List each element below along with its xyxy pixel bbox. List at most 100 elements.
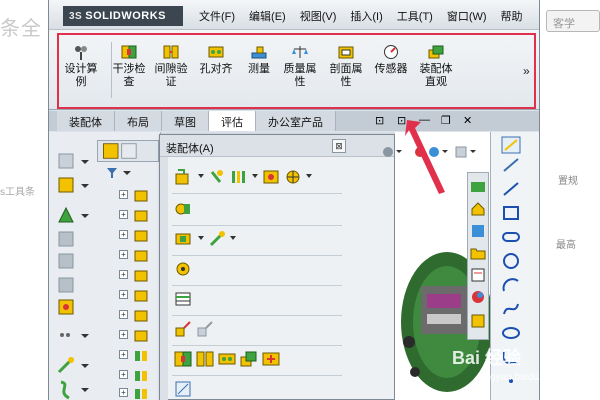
expand-icon[interactable]: + (119, 290, 128, 299)
background-button[interactable]: 客学 (546, 10, 600, 32)
assembly-visualization-button[interactable]: 装配体 直观 (415, 44, 457, 89)
chevron-down-icon[interactable] (230, 236, 236, 240)
chevron-down-icon[interactable] (198, 236, 204, 240)
toolbar-icon[interactable] (53, 250, 93, 274)
move-component-icon[interactable] (284, 168, 302, 186)
menu-file[interactable]: 文件(F) (199, 8, 235, 24)
hole-align-button[interactable]: 孔对齐 (195, 44, 237, 76)
file-explorer-icon[interactable] (470, 267, 486, 283)
tree-node[interactable]: + (105, 286, 155, 304)
filter-icon[interactable] (105, 166, 135, 180)
toolbar-icon[interactable] (53, 354, 93, 378)
expand-icon[interactable]: + (119, 330, 128, 339)
tree-node[interactable]: + (105, 346, 155, 364)
solidworks-logo[interactable]: 3S SOLIDWORKS (63, 6, 183, 26)
spline-icon[interactable] (501, 300, 521, 318)
ellipse-icon[interactable] (501, 324, 521, 342)
show-hidden-components-icon[interactable] (174, 200, 192, 218)
resources-icon[interactable] (470, 223, 486, 239)
close-icon[interactable]: ✕ (463, 114, 472, 127)
interference-check-button[interactable]: 干涉检 查 (111, 44, 147, 89)
measure-button[interactable]: 测量 (243, 44, 275, 76)
new-motion-study-icon[interactable] (174, 260, 192, 278)
reference-geometry-icon[interactable] (208, 230, 226, 248)
hole-align-icon[interactable] (218, 350, 236, 368)
menu-view[interactable]: 视图(V) (300, 8, 337, 24)
mate-icon[interactable] (208, 168, 226, 186)
smart-fastener-icon[interactable] (262, 168, 280, 186)
minimize-icon[interactable]: — (419, 114, 430, 126)
section-properties-button[interactable]: 剖面属 性 (325, 44, 367, 89)
tree-node[interactable]: + (105, 226, 155, 244)
linear-pattern-icon[interactable] (230, 168, 248, 186)
expand-icon[interactable]: + (119, 250, 128, 259)
toolbar-icon[interactable] (53, 204, 93, 228)
tree-node[interactable]: + (105, 366, 155, 384)
menu-window[interactable]: 窗口(W) (447, 8, 487, 24)
toolbar-icon[interactable] (53, 274, 93, 298)
explode-line-sketch-icon[interactable] (196, 320, 214, 338)
toolbar-icon[interactable] (53, 150, 93, 174)
expand-icon[interactable]: + (119, 370, 128, 379)
tree-node[interactable]: + (105, 326, 155, 344)
toolbar-icon[interactable] (53, 228, 93, 252)
expand-icon[interactable]: + (119, 310, 128, 319)
tree-node[interactable]: + (105, 206, 155, 224)
clearance-verify-button[interactable]: 间隙验 证 (153, 44, 189, 89)
menu-edit[interactable]: 编辑(E) (249, 8, 286, 24)
design-study-button[interactable]: 设计算 例 (59, 44, 103, 89)
chevron-down-icon[interactable] (306, 174, 312, 178)
toolbar-icon[interactable] (53, 324, 93, 348)
toolbar-icon[interactable] (53, 296, 93, 320)
expand-icon[interactable]: + (119, 388, 128, 397)
expand-icon[interactable]: + (119, 350, 128, 359)
menu-insert[interactable]: 插入(I) (350, 8, 382, 24)
expand-icon[interactable]: + (119, 210, 128, 219)
sketch-icon[interactable] (174, 380, 192, 398)
rectangle-icon[interactable] (501, 204, 521, 222)
tree-node[interactable]: + (105, 266, 155, 284)
design-library-icon[interactable] (470, 179, 486, 195)
smart-dimension-icon[interactable] (501, 156, 521, 174)
circle-icon[interactable] (501, 252, 521, 270)
folder-icon[interactable] (470, 245, 486, 261)
tree-node[interactable]: + (105, 384, 155, 400)
line-icon[interactable] (501, 180, 521, 198)
view-control[interactable]: ⊡ (375, 114, 384, 127)
tree-node[interactable]: + (105, 306, 155, 324)
tab-sketch[interactable]: 草图 (162, 111, 209, 131)
chevron-down-icon[interactable] (198, 174, 204, 178)
expand-icon[interactable]: + (119, 270, 128, 279)
sketch-icon[interactable] (501, 136, 521, 154)
toolbar-icon[interactable] (53, 378, 93, 400)
tree-node[interactable]: + (105, 186, 155, 204)
tab-evaluate[interactable]: 评估 (209, 111, 256, 131)
custom-properties-icon[interactable] (470, 313, 486, 329)
bill-of-materials-icon[interactable] (174, 290, 192, 308)
sensor-button[interactable]: 传感器 (371, 44, 411, 76)
tab-assembly[interactable]: 装配体 (57, 111, 115, 131)
assembly-visualization-icon[interactable] (240, 350, 258, 368)
tab-office-products[interactable]: 办公室产品 (256, 111, 336, 131)
home-icon[interactable] (470, 201, 486, 217)
restore-icon[interactable]: ❐ (441, 114, 451, 127)
slot-icon[interactable] (501, 228, 521, 246)
assembly-features-icon[interactable] (174, 230, 192, 248)
insert-component-icon[interactable] (174, 168, 192, 186)
expand-icon[interactable]: + (119, 190, 128, 199)
menu-help[interactable]: 帮助 (501, 8, 523, 24)
expand-icon[interactable]: + (119, 230, 128, 239)
tab-layout[interactable]: 布局 (115, 111, 162, 131)
exploded-view-icon[interactable] (174, 320, 192, 338)
performance-evaluation-icon[interactable] (262, 350, 280, 368)
ribbon-more-button[interactable]: » (523, 64, 530, 78)
mass-properties-button[interactable]: 质量属 性 (279, 44, 321, 89)
menu-tools[interactable]: 工具(T) (397, 8, 433, 24)
interference-check-icon[interactable] (174, 350, 192, 368)
toolbar-icon[interactable] (53, 174, 93, 198)
appearance-icon[interactable] (470, 289, 486, 305)
close-icon[interactable]: ⊠ (332, 139, 346, 153)
tree-node[interactable]: + (105, 246, 155, 264)
arc-icon[interactable] (501, 276, 521, 294)
feature-tree-tabs[interactable] (97, 140, 159, 162)
